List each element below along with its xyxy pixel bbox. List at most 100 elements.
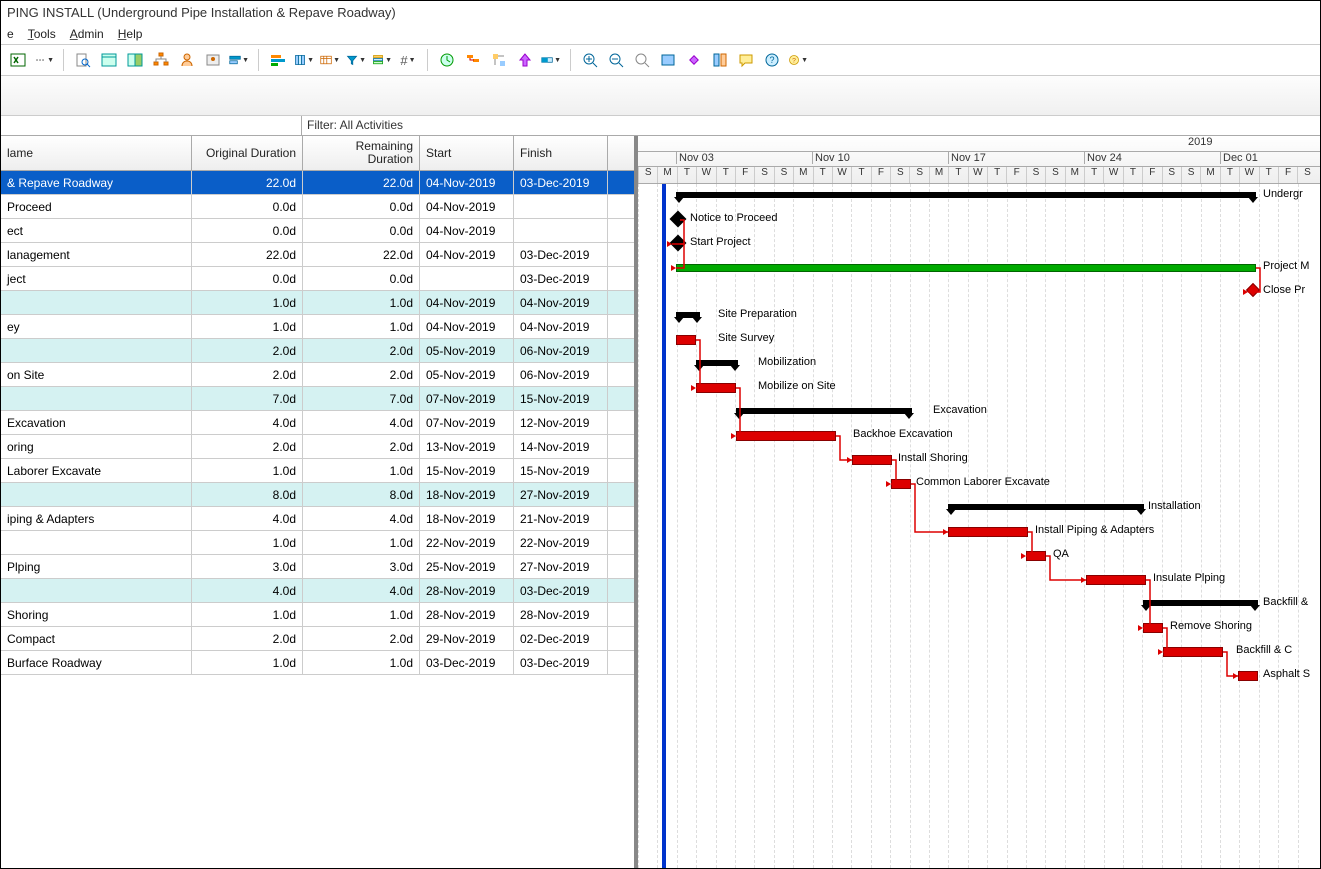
cell-rd: 22.0d [303,243,420,266]
tb-wbs-icon[interactable] [150,49,172,71]
loe-bar[interactable] [676,264,1256,272]
col-remaining-duration[interactable]: RemainingDuration [303,136,420,170]
tb-info-icon[interactable]: ?▼ [787,49,809,71]
task-bar[interactable] [1026,551,1046,561]
col-start[interactable]: Start [420,136,514,170]
tb-diamond-icon[interactable] [683,49,705,71]
task-bar[interactable] [948,527,1028,537]
table-row[interactable]: ey1.0d1.0d04-Nov-201904-Nov-2019 [1,315,634,339]
menu-e[interactable]: e [7,27,14,41]
table-row[interactable]: 2.0d2.0d05-Nov-201906-Nov-2019 [1,339,634,363]
tb-group-icon[interactable]: ▼ [371,49,393,71]
tb-level-icon[interactable] [462,49,484,71]
tb-apply-icon[interactable] [488,49,510,71]
tb-layout1-icon[interactable] [98,49,120,71]
summary-bar[interactable] [676,192,1256,198]
cell-name [1,531,192,554]
task-bar[interactable] [1238,671,1258,681]
cell-rd: 0.0d [303,195,420,218]
gantt-chart[interactable]: 2019 Nov 03Nov 10Nov 17Nov 24Dec 01 SMTW… [638,136,1320,868]
table-row[interactable]: Burface Roadway1.0d1.0d03-Dec-201903-Dec… [1,651,634,675]
table-row[interactable]: & Repave Roadway22.0d22.0d04-Nov-201903-… [1,171,634,195]
menu-admin[interactable]: Admin [70,27,104,41]
milestone-icon[interactable] [670,211,687,228]
tb-hash-icon[interactable]: #▼ [397,49,419,71]
task-bar[interactable] [736,431,836,441]
tb-bars-icon[interactable] [267,49,289,71]
tb-timescale-icon[interactable]: ▼ [319,49,341,71]
tb-more-icon[interactable]: ▼ [33,49,55,71]
task-bar[interactable] [696,383,736,393]
timescale-day: S [1162,167,1181,183]
cell-start: 04-Nov-2019 [420,315,514,338]
tb-preview-icon[interactable] [72,49,94,71]
cell-finish: 03-Dec-2019 [514,243,608,266]
bar-label: Installation [1148,500,1201,512]
tb-role-icon[interactable] [202,49,224,71]
tb-schedule-icon[interactable] [436,49,458,71]
task-bar[interactable] [1163,647,1223,657]
table-row[interactable]: Shoring1.0d1.0d28-Nov-201928-Nov-2019 [1,603,634,627]
timescale-day: M [929,167,948,183]
table-row[interactable]: Laborer Excavate1.0d1.0d15-Nov-201915-No… [1,459,634,483]
tb-split-icon[interactable] [709,49,731,71]
summary-bar[interactable] [948,504,1144,510]
menu-tools[interactable]: Tools [28,27,56,41]
table-row[interactable]: 1.0d1.0d22-Nov-201922-Nov-2019 [1,531,634,555]
tb-excel-icon[interactable] [7,49,29,71]
cell-name: ey [1,315,192,338]
milestone-icon[interactable] [670,235,687,252]
table-row[interactable]: ect0.0d0.0d04-Nov-2019 [1,219,634,243]
cell-od: 2.0d [192,435,303,458]
tb-resource-icon[interactable] [176,49,198,71]
tb-help-icon[interactable]: ? [761,49,783,71]
table-row[interactable]: ject0.0d0.0d03-Dec-2019 [1,267,634,291]
task-bar[interactable] [1143,623,1163,633]
menu-help[interactable]: Help [118,27,143,41]
table-row[interactable]: 8.0d8.0d18-Nov-201927-Nov-2019 [1,483,634,507]
summary-bar[interactable] [696,360,738,366]
tb-store-icon[interactable] [514,49,536,71]
task-bar[interactable] [1086,575,1146,585]
cell-od: 2.0d [192,363,303,386]
tb-filter-icon[interactable]: ▼ [345,49,367,71]
tb-zoomout-icon[interactable] [605,49,627,71]
bar-label: Mobilize on Site [758,380,836,392]
svg-text:?: ? [769,55,774,65]
table-row[interactable]: 7.0d7.0d07-Nov-201915-Nov-2019 [1,387,634,411]
col-name[interactable]: lame [1,136,192,170]
table-row[interactable]: on Site2.0d2.0d05-Nov-201906-Nov-2019 [1,363,634,387]
summary-bar[interactable] [736,408,912,414]
tb-layout2-icon[interactable] [124,49,146,71]
summary-bar[interactable] [1143,600,1258,606]
cell-start: 05-Nov-2019 [420,339,514,362]
table-row[interactable]: oring2.0d2.0d13-Nov-201914-Nov-2019 [1,435,634,459]
tb-chat-icon[interactable] [735,49,757,71]
table-row[interactable]: Excavation4.0d4.0d07-Nov-201912-Nov-2019 [1,411,634,435]
table-row[interactable]: Plping3.0d3.0d25-Nov-201927-Nov-2019 [1,555,634,579]
filter-label[interactable]: Filter: All Activities [302,116,408,135]
table-row[interactable]: Proceed0.0d0.0d04-Nov-2019 [1,195,634,219]
col-original-duration[interactable]: Original Duration [192,136,303,170]
table-row[interactable]: 1.0d1.0d04-Nov-201904-Nov-2019 [1,291,634,315]
cell-name: ject [1,267,192,290]
cell-start: 25-Nov-2019 [420,555,514,578]
task-bar[interactable] [676,335,696,345]
task-bar[interactable] [852,455,892,465]
table-row[interactable]: 4.0d4.0d28-Nov-201903-Dec-2019 [1,579,634,603]
tb-progress-icon[interactable]: ▼ [540,49,562,71]
cell-finish: 02-Dec-2019 [514,627,608,650]
timescale-day: S [1045,167,1064,183]
table-row[interactable]: lanagement22.0d22.0d04-Nov-201903-Dec-20… [1,243,634,267]
tb-zoomin-icon[interactable] [579,49,601,71]
summary-bar[interactable] [676,312,700,318]
task-bar[interactable] [891,479,911,489]
col-finish[interactable]: Finish [514,136,608,170]
milestone-icon[interactable] [1246,283,1260,297]
table-row[interactable]: iping & Adapters4.0d4.0d18-Nov-201921-No… [1,507,634,531]
tb-blue-icon[interactable] [657,49,679,71]
tb-columns-icon[interactable]: ▼ [293,49,315,71]
tb-activity-icon[interactable]: ▼ [228,49,250,71]
tb-zoomfit-icon[interactable] [631,49,653,71]
table-row[interactable]: Compact2.0d2.0d29-Nov-201902-Dec-2019 [1,627,634,651]
